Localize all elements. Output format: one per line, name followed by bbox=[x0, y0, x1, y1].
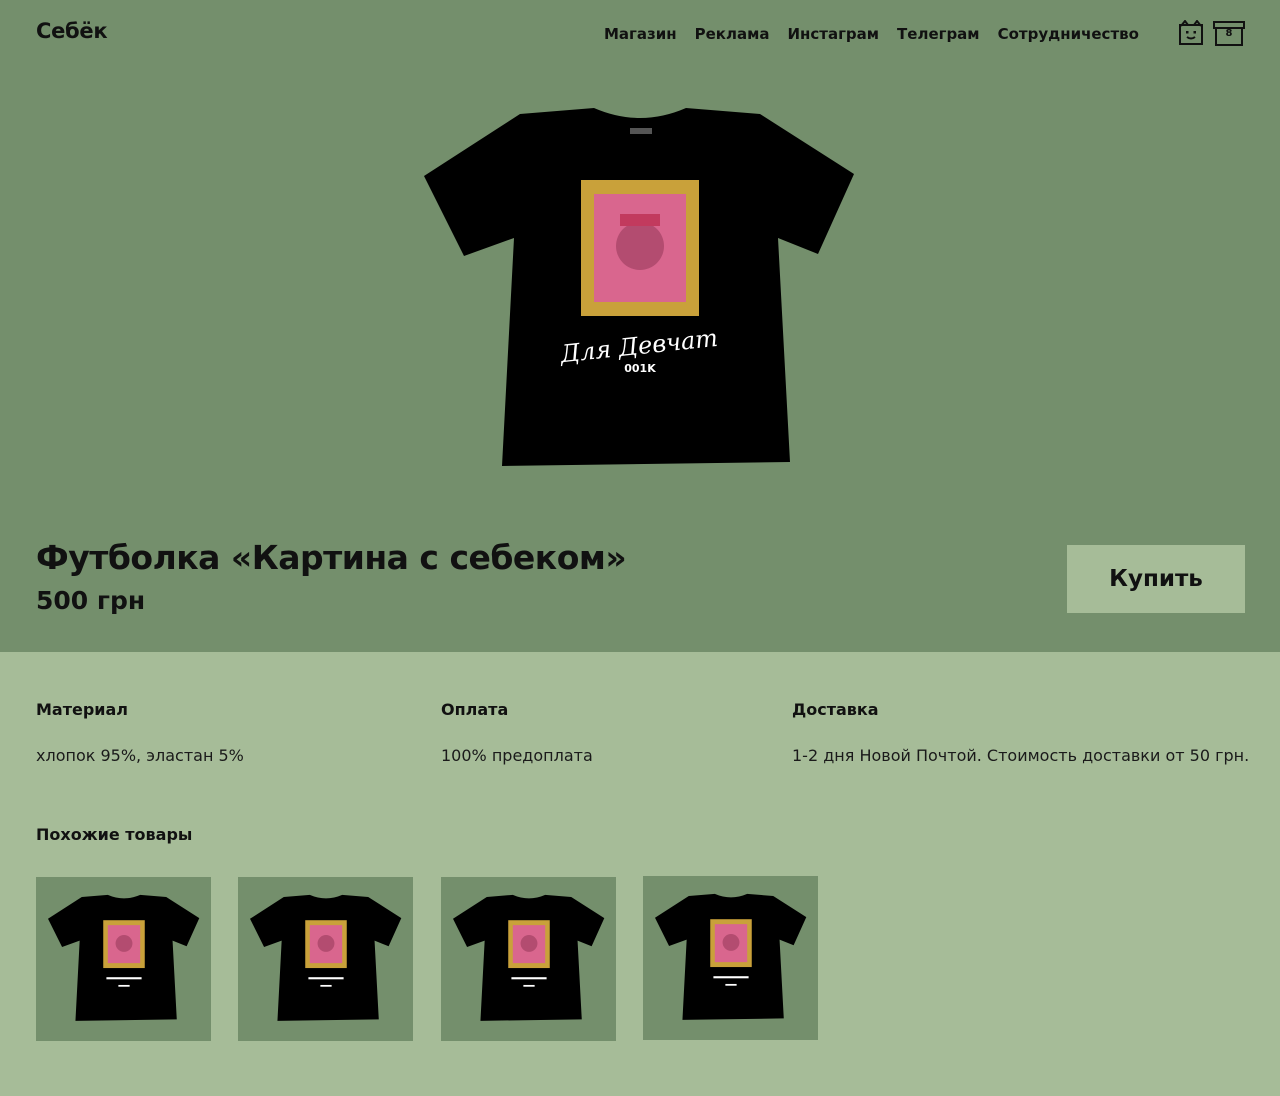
nav-item-shop[interactable]: Магазин bbox=[604, 25, 677, 43]
main-nav: Магазин Реклама Инстаграм Телеграм Сотру… bbox=[604, 25, 1139, 43]
similar-product-card[interactable] bbox=[441, 877, 616, 1041]
similar-product-card[interactable] bbox=[36, 877, 211, 1041]
shirt-code: 001K bbox=[624, 362, 656, 375]
info-label: Материал bbox=[36, 700, 129, 719]
similar-product-card[interactable] bbox=[643, 876, 818, 1040]
nav-item-cooperation[interactable]: Сотрудничество bbox=[998, 25, 1139, 43]
nav-item-instagram[interactable]: Инстаграм bbox=[787, 25, 879, 43]
nav-item-telegram[interactable]: Телеграм bbox=[897, 25, 980, 43]
product-image: Для Девчат 001K bbox=[424, 108, 854, 466]
info-value: хлопок 95%, эластан 5% bbox=[36, 746, 244, 765]
info-label: Оплата bbox=[441, 700, 509, 719]
info-material: Материал хлопок 95%, эластан 5% bbox=[36, 700, 244, 765]
similar-product-image bbox=[250, 894, 402, 1021]
cart-count-badge: 8 bbox=[1225, 28, 1233, 39]
similar-product-image bbox=[48, 894, 200, 1021]
info-value: 1-2 дня Новой Почтой. Стоимость доставки… bbox=[792, 746, 1250, 765]
product-price: 500 грн bbox=[36, 586, 146, 615]
similar-product-card[interactable] bbox=[238, 877, 413, 1041]
info-payment: Оплата 100% предоплата bbox=[441, 700, 593, 765]
nav-item-ads[interactable]: Реклама bbox=[695, 25, 770, 43]
info-label: Доставка bbox=[792, 700, 879, 719]
user-icon[interactable] bbox=[1178, 20, 1204, 46]
similar-product-image bbox=[655, 893, 807, 1020]
info-delivery: Доставка 1-2 дня Новой Почтой. Стоимость… bbox=[792, 700, 1249, 765]
logo[interactable]: Себёк bbox=[36, 19, 108, 43]
buy-button[interactable]: Купить bbox=[1067, 545, 1245, 613]
similar-product-image bbox=[453, 894, 605, 1021]
product-title: Футболка «Картина с себеком» bbox=[36, 538, 627, 577]
info-value: 100% предоплата bbox=[441, 746, 593, 765]
similar-products-title: Похожие товары bbox=[36, 825, 193, 844]
